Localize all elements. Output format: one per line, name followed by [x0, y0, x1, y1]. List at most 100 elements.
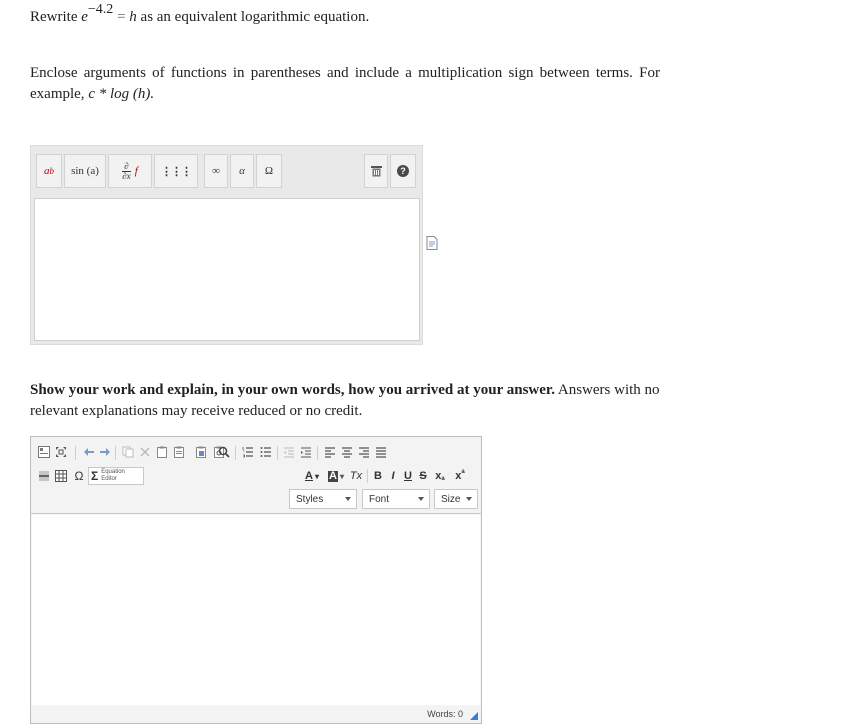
infinity-icon: ∞ — [212, 165, 220, 177]
rte-status-bar: Words: 0 — [31, 706, 481, 723]
copy-icon[interactable] — [122, 446, 134, 458]
omega-icon: Ω — [264, 165, 274, 177]
maximize-icon[interactable] — [55, 446, 67, 458]
separator — [277, 446, 278, 460]
sigma-icon: Σ — [91, 469, 99, 483]
underline-icon: U — [404, 470, 412, 482]
alpha-button[interactable]: α — [230, 154, 254, 188]
separator — [317, 446, 318, 460]
subscript-button[interactable]: xa — [432, 469, 448, 483]
math-toolbar: ab sin (a) ∂ ∂x f ⋮⋮⋮ ∞ α Ω ? — [31, 146, 422, 196]
align-justify-icon[interactable] — [375, 446, 387, 458]
bold-button[interactable]: B — [372, 469, 384, 483]
separator — [235, 446, 236, 460]
matrix-icon: ⋮⋮⋮ — [161, 165, 192, 178]
superscript-mark: a — [461, 469, 465, 475]
word-count: Words: 0 — [427, 709, 463, 719]
help-icon: ? — [397, 165, 409, 177]
math-equals: = — [117, 9, 126, 25]
omega-button[interactable]: Ω — [256, 154, 282, 188]
chevron-down-icon — [345, 497, 351, 501]
math-base: e — [81, 9, 88, 25]
deriv-top: ∂ — [124, 160, 129, 171]
font-dropdown[interactable]: Font — [362, 489, 430, 509]
alpha-icon: α — [239, 165, 245, 177]
deriv-f: f — [134, 165, 138, 177]
help-button[interactable]: ? — [390, 154, 416, 188]
font-color-dropdown-icon: ▾ — [314, 471, 319, 481]
chevron-down-icon — [418, 497, 424, 501]
separator — [75, 446, 76, 460]
derivative-fraction: ∂ ∂x — [122, 160, 131, 181]
matrix-button[interactable]: ⋮⋮⋮ — [154, 154, 198, 188]
bg-color-button[interactable]: A ▾ — [325, 469, 347, 483]
size-label: Size — [441, 493, 461, 505]
work-instructions-bold: Show your work and explain, in your own … — [30, 382, 555, 398]
indent-icon[interactable] — [300, 446, 312, 458]
bg-color-dropdown-icon: ▾ — [339, 471, 344, 481]
clear-format-icon: Tx — [349, 470, 363, 482]
rte-content-area[interactable] — [32, 515, 480, 705]
cut-icon[interactable] — [139, 446, 151, 458]
superscript-button[interactable]: xa — [452, 469, 468, 483]
italic-button[interactable]: I — [387, 469, 399, 483]
align-center-icon[interactable] — [341, 446, 353, 458]
instructions: Enclose arguments of functions in parent… — [30, 63, 660, 105]
sin-button[interactable]: sin (a) — [64, 154, 106, 188]
numbered-list-icon[interactable] — [242, 446, 254, 458]
trash-button[interactable] — [364, 154, 388, 188]
bullet-list-icon[interactable] — [260, 446, 272, 458]
special-char-button[interactable]: Ω — [73, 469, 85, 483]
styles-dropdown[interactable]: Styles — [289, 489, 357, 509]
separator — [115, 446, 116, 460]
paste-icon[interactable] — [156, 446, 168, 458]
font-color-button[interactable]: A ▾ — [301, 469, 323, 483]
rewrite-word: Rewrite — [30, 9, 78, 25]
redo-icon[interactable] — [99, 447, 111, 457]
math-input-area[interactable] — [34, 198, 420, 341]
sin-label: sin (a) — [71, 165, 99, 177]
undo-icon[interactable] — [83, 447, 95, 457]
work-instructions: Show your work and explain, in your own … — [30, 380, 660, 422]
strike-icon: S — [419, 470, 427, 482]
source-icon[interactable] — [38, 446, 50, 458]
question-rest: as an equivalent logarithmic equation. — [140, 9, 370, 25]
paste-word-icon[interactable] — [195, 446, 207, 458]
rich-text-editor: Ω Σ Equation Editor A ▾ A ▾ Tx B I U S xa — [30, 436, 482, 724]
magnifier-icon[interactable] — [218, 446, 230, 458]
strike-button[interactable]: S — [417, 469, 429, 483]
trash-icon — [370, 166, 382, 177]
font-color-icon: A — [305, 470, 313, 482]
chevron-down-icon — [466, 497, 472, 501]
align-left-icon[interactable] — [324, 446, 336, 458]
bg-color-icon: A — [328, 469, 338, 482]
power-sup: b — [49, 166, 55, 176]
math-editor: ab sin (a) ∂ ∂x f ⋮⋮⋮ ∞ α Ω ? — [30, 145, 423, 345]
underline-button[interactable]: U — [402, 469, 414, 483]
derivative-button[interactable]: ∂ ∂x f — [108, 154, 152, 188]
align-right-icon[interactable] — [358, 446, 370, 458]
italic-icon: I — [391, 470, 395, 482]
horizontal-rule-icon[interactable] — [38, 470, 50, 482]
math-variable: h — [129, 9, 137, 25]
font-label: Font — [369, 493, 390, 505]
power-button[interactable]: ab — [36, 154, 62, 188]
table-icon[interactable] — [55, 470, 67, 482]
math-exponent: −4.2 — [87, 2, 114, 17]
subscript-mark: a — [441, 476, 445, 482]
omega-icon: Ω — [74, 469, 84, 483]
infinity-button[interactable]: ∞ — [204, 154, 228, 188]
paste-text-icon[interactable] — [173, 446, 185, 458]
resize-handle[interactable] — [470, 712, 478, 720]
clear-format-button[interactable]: Tx — [349, 469, 363, 483]
question-prompt: Rewrite e−4.2 = h as an equivalent logar… — [30, 2, 370, 29]
separator — [367, 469, 368, 483]
example-math: c * log (h). — [88, 86, 155, 102]
equation-editor-button[interactable]: Σ Equation Editor — [88, 467, 144, 485]
document-icon[interactable] — [426, 236, 438, 250]
outdent-icon[interactable] — [283, 446, 295, 458]
size-dropdown[interactable]: Size — [434, 489, 478, 509]
equation-editor-label: Equation Editor — [101, 469, 125, 482]
bold-icon: B — [374, 470, 382, 482]
styles-label: Styles — [296, 493, 324, 505]
